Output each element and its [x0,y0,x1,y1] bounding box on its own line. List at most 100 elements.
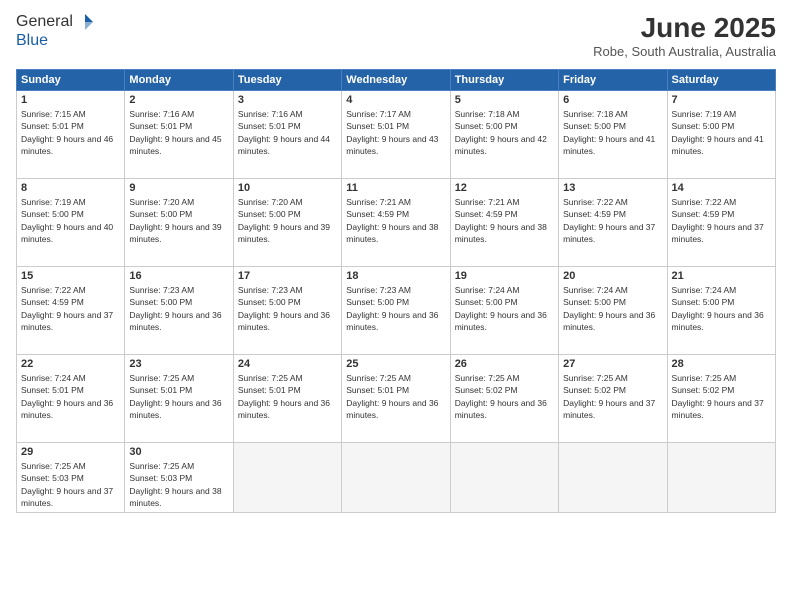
calendar-cell [667,443,775,513]
calendar-cell [450,443,558,513]
day-number: 23 [129,358,228,370]
sunrise: Sunrise: 7:20 AM [238,197,303,207]
day-number: 5 [455,94,554,106]
calendar-cell: 21 Sunrise: 7:24 AM Sunset: 5:00 PM Dayl… [667,267,775,355]
day-info: Sunrise: 7:22 AM Sunset: 4:59 PM Dayligh… [563,196,662,245]
day-number: 17 [238,270,337,282]
calendar-cell: 7 Sunrise: 7:19 AM Sunset: 5:00 PM Dayli… [667,91,775,179]
sunset: Sunset: 5:00 PM [129,209,192,219]
sunrise: Sunrise: 7:17 AM [346,109,411,119]
day-info: Sunrise: 7:16 AM Sunset: 5:01 PM Dayligh… [238,108,337,157]
daylight: Daylight: 9 hours and 37 minutes. [672,398,764,420]
daylight: Daylight: 9 hours and 43 minutes. [346,134,438,156]
sunrise: Sunrise: 7:22 AM [672,197,737,207]
day-info: Sunrise: 7:25 AM Sunset: 5:02 PM Dayligh… [455,372,554,421]
week-row-5: 29 Sunrise: 7:25 AM Sunset: 5:03 PM Dayl… [17,443,776,513]
day-number: 4 [346,94,445,106]
calendar-cell: 10 Sunrise: 7:20 AM Sunset: 5:00 PM Dayl… [233,179,341,267]
day-number: 2 [129,94,228,106]
daylight: Daylight: 9 hours and 37 minutes. [563,222,655,244]
day-number: 12 [455,182,554,194]
day-info: Sunrise: 7:22 AM Sunset: 4:59 PM Dayligh… [21,284,120,333]
daylight: Daylight: 9 hours and 36 minutes. [129,310,221,332]
calendar-cell: 19 Sunrise: 7:24 AM Sunset: 5:00 PM Dayl… [450,267,558,355]
day-number: 19 [455,270,554,282]
daylight: Daylight: 9 hours and 36 minutes. [563,310,655,332]
day-info: Sunrise: 7:20 AM Sunset: 5:00 PM Dayligh… [238,196,337,245]
col-header-sunday: Sunday [17,70,125,91]
daylight: Daylight: 9 hours and 36 minutes. [129,398,221,420]
week-row-1: 1 Sunrise: 7:15 AM Sunset: 5:01 PM Dayli… [17,91,776,179]
day-number: 22 [21,358,120,370]
calendar-cell: 16 Sunrise: 7:23 AM Sunset: 5:00 PM Dayl… [125,267,233,355]
day-info: Sunrise: 7:21 AM Sunset: 4:59 PM Dayligh… [455,196,554,245]
calendar-cell: 28 Sunrise: 7:25 AM Sunset: 5:02 PM Dayl… [667,355,775,443]
logo-general-text: General [16,13,73,31]
calendar-cell: 2 Sunrise: 7:16 AM Sunset: 5:01 PM Dayli… [125,91,233,179]
calendar-cell: 4 Sunrise: 7:17 AM Sunset: 5:01 PM Dayli… [342,91,450,179]
calendar-cell: 18 Sunrise: 7:23 AM Sunset: 5:00 PM Dayl… [342,267,450,355]
day-info: Sunrise: 7:19 AM Sunset: 5:00 PM Dayligh… [672,108,771,157]
sunrise: Sunrise: 7:19 AM [21,197,86,207]
day-info: Sunrise: 7:25 AM Sunset: 5:02 PM Dayligh… [672,372,771,421]
daylight: Daylight: 9 hours and 36 minutes. [455,398,547,420]
daylight: Daylight: 9 hours and 42 minutes. [455,134,547,156]
sunrise: Sunrise: 7:19 AM [672,109,737,119]
calendar-cell [342,443,450,513]
daylight: Daylight: 9 hours and 37 minutes. [21,486,113,508]
sunset: Sunset: 5:00 PM [672,297,735,307]
day-info: Sunrise: 7:19 AM Sunset: 5:00 PM Dayligh… [21,196,120,245]
sunrise: Sunrise: 7:18 AM [455,109,520,119]
sunset: Sunset: 5:03 PM [21,473,84,483]
day-info: Sunrise: 7:24 AM Sunset: 5:00 PM Dayligh… [455,284,554,333]
calendar-cell [233,443,341,513]
sunset: Sunset: 5:00 PM [455,121,518,131]
sunset: Sunset: 4:59 PM [563,209,626,219]
daylight: Daylight: 9 hours and 38 minutes. [455,222,547,244]
day-number: 27 [563,358,662,370]
calendar-cell: 9 Sunrise: 7:20 AM Sunset: 5:00 PM Dayli… [125,179,233,267]
sunrise: Sunrise: 7:16 AM [129,109,194,119]
sunset: Sunset: 5:01 PM [238,385,301,395]
day-number: 16 [129,270,228,282]
sunset: Sunset: 5:00 PM [21,209,84,219]
calendar-cell: 23 Sunrise: 7:25 AM Sunset: 5:01 PM Dayl… [125,355,233,443]
day-info: Sunrise: 7:23 AM Sunset: 5:00 PM Dayligh… [129,284,228,333]
col-header-tuesday: Tuesday [233,70,341,91]
daylight: Daylight: 9 hours and 45 minutes. [129,134,221,156]
sunrise: Sunrise: 7:25 AM [563,373,628,383]
calendar-cell: 1 Sunrise: 7:15 AM Sunset: 5:01 PM Dayli… [17,91,125,179]
day-number: 13 [563,182,662,194]
sunset: Sunset: 4:59 PM [455,209,518,219]
sunset: Sunset: 5:00 PM [346,297,409,307]
day-number: 10 [238,182,337,194]
day-number: 14 [672,182,771,194]
calendar-table: SundayMondayTuesdayWednesdayThursdayFrid… [16,69,776,513]
calendar-cell: 22 Sunrise: 7:24 AM Sunset: 5:01 PM Dayl… [17,355,125,443]
day-info: Sunrise: 7:24 AM Sunset: 5:00 PM Dayligh… [563,284,662,333]
day-number: 9 [129,182,228,194]
sunrise: Sunrise: 7:24 AM [672,285,737,295]
day-number: 28 [672,358,771,370]
day-info: Sunrise: 7:22 AM Sunset: 4:59 PM Dayligh… [672,196,771,245]
daylight: Daylight: 9 hours and 38 minutes. [129,486,221,508]
sunset: Sunset: 5:01 PM [346,385,409,395]
sunrise: Sunrise: 7:22 AM [21,285,86,295]
calendar-cell: 11 Sunrise: 7:21 AM Sunset: 4:59 PM Dayl… [342,179,450,267]
day-info: Sunrise: 7:23 AM Sunset: 5:00 PM Dayligh… [238,284,337,333]
day-info: Sunrise: 7:18 AM Sunset: 5:00 PM Dayligh… [455,108,554,157]
sunrise: Sunrise: 7:25 AM [21,461,86,471]
day-number: 29 [21,446,120,458]
day-info: Sunrise: 7:15 AM Sunset: 5:01 PM Dayligh… [21,108,120,157]
calendar-cell: 29 Sunrise: 7:25 AM Sunset: 5:03 PM Dayl… [17,443,125,513]
calendar-cell: 17 Sunrise: 7:23 AM Sunset: 5:00 PM Dayl… [233,267,341,355]
calendar-cell: 27 Sunrise: 7:25 AM Sunset: 5:02 PM Dayl… [559,355,667,443]
daylight: Daylight: 9 hours and 37 minutes. [21,310,113,332]
calendar-cell: 8 Sunrise: 7:19 AM Sunset: 5:00 PM Dayli… [17,179,125,267]
sunrise: Sunrise: 7:25 AM [238,373,303,383]
day-number: 18 [346,270,445,282]
sunrise: Sunrise: 7:23 AM [346,285,411,295]
sunrise: Sunrise: 7:18 AM [563,109,628,119]
daylight: Daylight: 9 hours and 38 minutes. [346,222,438,244]
day-info: Sunrise: 7:25 AM Sunset: 5:01 PM Dayligh… [238,372,337,421]
